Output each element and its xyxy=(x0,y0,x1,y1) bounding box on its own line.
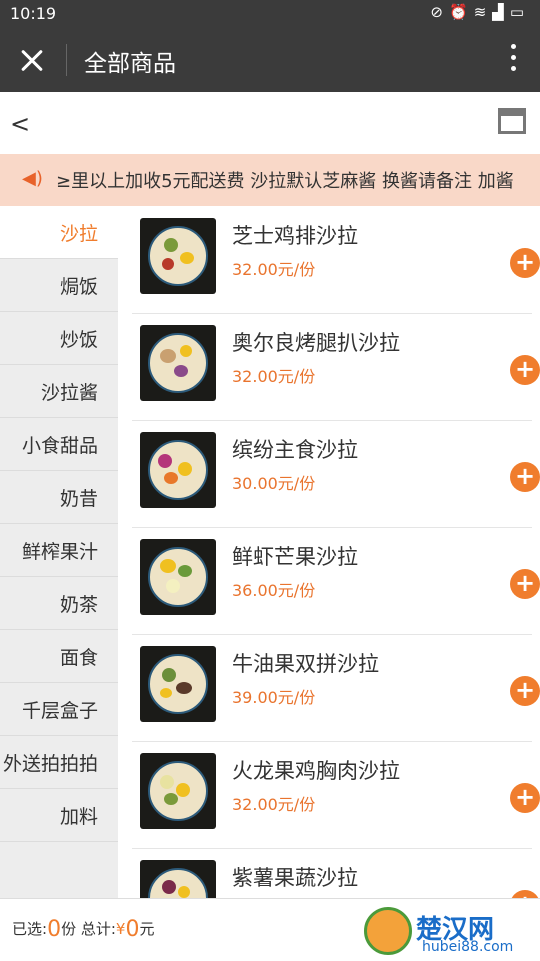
alarm-icon: ⏰ xyxy=(449,3,474,21)
watermark: 楚汉网 hubei88.com xyxy=(364,907,534,957)
close-button[interactable] xyxy=(14,42,50,78)
app-header: 全部商品 xyxy=(0,28,540,92)
more-button[interactable] xyxy=(510,44,518,78)
product-image xyxy=(140,860,216,898)
wifi-icon: ≋ xyxy=(473,3,493,21)
category-item[interactable]: 焗饭 xyxy=(0,259,118,312)
battery-icon: ▭ xyxy=(509,3,530,21)
status-icons: ⊘⏰≋▟▭ xyxy=(430,3,530,21)
status-bar: 10:19 ⊘⏰≋▟▭ xyxy=(0,0,540,28)
plus-icon: + xyxy=(514,783,536,811)
plus-icon: + xyxy=(514,569,536,597)
product-image xyxy=(140,218,216,294)
status-time: 10:19 xyxy=(10,4,57,23)
category-item[interactable]: 外送拍拍拍 xyxy=(0,736,118,789)
page-title: 全部商品 xyxy=(84,51,176,77)
product-image xyxy=(140,646,216,722)
speaker-icon: ◀) xyxy=(22,168,43,189)
cart-total: 0 xyxy=(125,917,140,942)
product-list: 芝士鸡排沙拉 32.00元/份 + 奥尔良烤腿扒沙拉 32.00元/份 + 缤纷… xyxy=(118,206,540,898)
product-name: 奥尔良烤腿扒沙拉 xyxy=(232,331,400,355)
more-icon xyxy=(511,44,516,49)
cart-bar: 已选:0份 总计:¥0元 楚汉网 hubei88.com xyxy=(0,898,540,961)
plus-icon: + xyxy=(514,248,536,276)
chevron-left-icon: < xyxy=(10,110,31,138)
cart-summary: 已选:0份 总计:¥0元 xyxy=(12,917,155,942)
plus-icon: + xyxy=(514,355,536,383)
add-to-cart-button[interactable]: + xyxy=(510,890,540,898)
add-to-cart-button[interactable]: + xyxy=(510,676,540,706)
category-item[interactable]: 鲜榨果汁 xyxy=(0,524,118,577)
product-item[interactable]: 缤纷主食沙拉 30.00元/份 + xyxy=(132,420,540,528)
category-sidebar: 沙拉 焗饭 炒饭 沙拉酱 小食甜品 奶昔 鲜榨果汁 奶茶 面食 千层盒子 外送拍… xyxy=(0,206,118,898)
add-to-cart-button[interactable]: + xyxy=(510,783,540,813)
product-price: 32.00元/份 xyxy=(232,260,316,279)
product-item[interactable]: 火龙果鸡胸肉沙拉 32.00元/份 + xyxy=(132,741,540,849)
notice-text: ≥里以上加收5元配送费 沙拉默认芝麻酱 换酱请备注 加酱 xyxy=(56,171,514,192)
category-item[interactable]: 奶茶 xyxy=(0,577,118,630)
product-image xyxy=(140,325,216,401)
product-name: 牛油果双拼沙拉 xyxy=(232,652,379,676)
add-to-cart-button[interactable]: + xyxy=(510,462,540,492)
add-to-cart-button[interactable]: + xyxy=(510,355,540,385)
product-item[interactable]: 牛油果双拼沙拉 39.00元/份 + xyxy=(132,634,540,742)
category-item[interactable]: 加料 xyxy=(0,789,118,842)
product-item[interactable]: 紫薯果蔬沙拉 + xyxy=(132,848,540,898)
category-item[interactable]: 沙拉酱 xyxy=(0,365,118,418)
category-item[interactable]: 炒饭 xyxy=(0,312,118,365)
product-price: 32.00元/份 xyxy=(232,367,316,386)
product-image xyxy=(140,753,216,829)
product-price: 39.00元/份 xyxy=(232,688,316,707)
plus-icon: + xyxy=(514,676,536,704)
product-price: 32.00元/份 xyxy=(232,795,316,814)
product-name: 芝士鸡排沙拉 xyxy=(232,224,358,248)
category-item[interactable]: 奶昔 xyxy=(0,471,118,524)
add-to-cart-button[interactable]: + xyxy=(510,569,540,599)
category-item[interactable]: 面食 xyxy=(0,630,118,683)
product-item[interactable]: 奥尔良烤腿扒沙拉 32.00元/份 + xyxy=(132,313,540,421)
product-name: 火龙果鸡胸肉沙拉 xyxy=(232,759,400,783)
add-to-cart-button[interactable]: + xyxy=(510,248,540,278)
product-image xyxy=(140,539,216,615)
plus-icon: + xyxy=(514,462,536,490)
product-price: 36.00元/份 xyxy=(232,581,316,600)
category-item[interactable]: 千层盒子 xyxy=(0,683,118,736)
notice-bar: ◀) ≥里以上加收5元配送费 沙拉默认芝麻酱 换酱请备注 加酱 xyxy=(0,154,540,206)
product-image xyxy=(140,432,216,508)
product-item[interactable]: 芝士鸡排沙拉 32.00元/份 + xyxy=(132,206,540,314)
product-price: 30.00元/份 xyxy=(232,474,316,493)
product-name: 紫薯果蔬沙拉 xyxy=(232,866,358,890)
mute-icon: ⊘ xyxy=(430,3,449,21)
product-name: 缤纷主食沙拉 xyxy=(232,438,358,462)
signal-icon: ▟ xyxy=(492,3,510,21)
store-button[interactable] xyxy=(498,108,526,134)
product-name: 鲜虾芒果沙拉 xyxy=(232,545,358,569)
nav-bar: < xyxy=(0,92,540,154)
cart-count: 0 xyxy=(47,917,62,942)
plus-icon: + xyxy=(515,890,535,898)
back-button[interactable]: < xyxy=(10,110,30,138)
header-divider xyxy=(66,44,67,76)
category-item[interactable]: 沙拉 xyxy=(0,206,118,259)
category-item[interactable]: 小食甜品 xyxy=(0,418,118,471)
product-item[interactable]: 鲜虾芒果沙拉 36.00元/份 + xyxy=(132,527,540,635)
watermark-logo-icon xyxy=(364,907,412,955)
